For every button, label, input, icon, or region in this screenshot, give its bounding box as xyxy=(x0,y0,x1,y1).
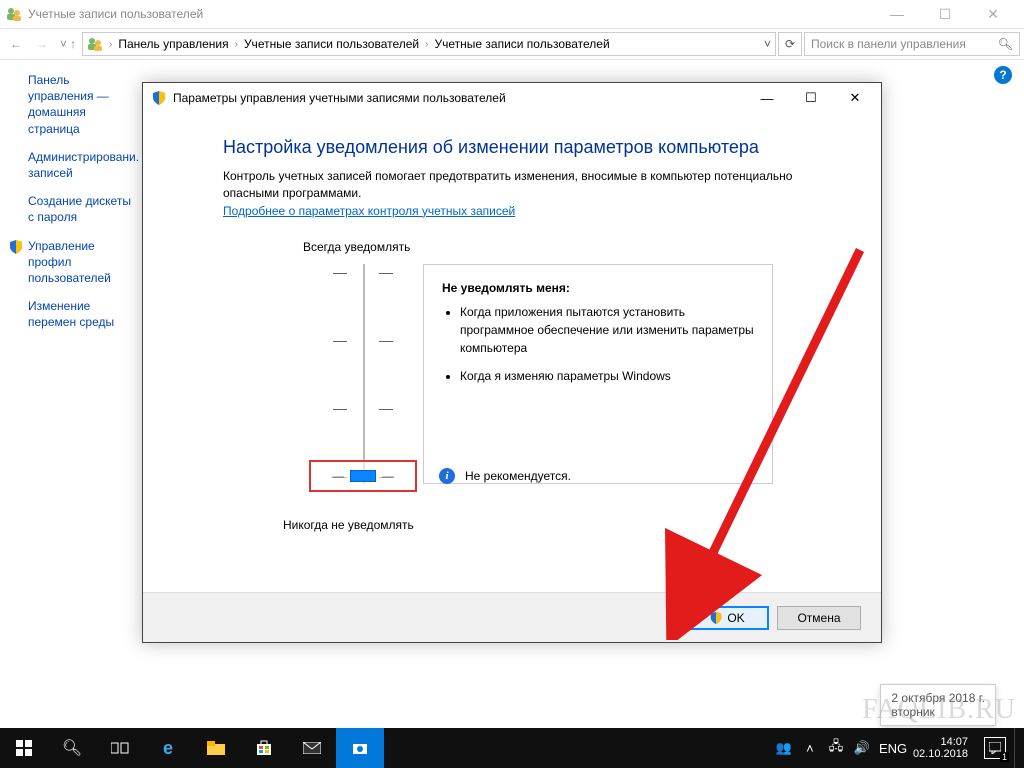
sidebar-link[interactable]: Управление профил пользователей xyxy=(28,238,136,287)
task-view-icon[interactable] xyxy=(96,728,144,768)
edge-icon[interactable]: e xyxy=(144,728,192,768)
chevron-right-icon[interactable]: › xyxy=(107,39,114,50)
taskbar-clock[interactable]: 14:07 02.10.2018 xyxy=(905,736,976,760)
info-bullet: Когда приложения пытаются установить про… xyxy=(460,303,754,357)
shield-icon xyxy=(151,90,167,106)
sidebar-link[interactable]: Панель управления — домашняя страница xyxy=(28,72,136,137)
breadcrumb-item[interactable]: Панель управления xyxy=(118,37,228,51)
refresh-button[interactable]: ⟳ xyxy=(778,32,802,56)
minimize-button[interactable]: — xyxy=(882,4,912,24)
taskbar: 🔍︎ e 👥 ˄ 🖧 🔊 ENG 14:07 02.10.2018 xyxy=(0,728,1024,768)
info-bullet: Когда я изменяю параметры Windows xyxy=(460,367,754,385)
sidebar-link[interactable]: Администрировани. записей xyxy=(28,149,136,181)
info-note: i Не рекомендуется. xyxy=(439,468,571,484)
settings-icon[interactable] xyxy=(336,728,384,768)
info-panel-title: Не уведомлять меня: xyxy=(442,279,754,297)
search-icon: 🔍︎ xyxy=(998,37,1013,51)
mail-icon[interactable] xyxy=(288,728,336,768)
sidebar-link[interactable]: Изменение перемен среды xyxy=(28,298,136,330)
breadcrumb-item[interactable]: Учетные записи пользователей xyxy=(244,37,419,51)
notifications-icon[interactable] xyxy=(984,737,1006,759)
uac-heading: Настройка уведомления об изменении парам… xyxy=(223,137,801,158)
slider-bottom-label: Никогда не уведомлять xyxy=(283,518,414,532)
maximize-button[interactable]: ☐ xyxy=(930,4,960,24)
sidebar-link[interactable]: Создание дискеты с пароля xyxy=(28,193,136,225)
uac-title-text: Параметры управления учетными записями п… xyxy=(173,91,745,105)
close-button[interactable]: ✕ xyxy=(978,4,1008,24)
network-icon[interactable]: 🖧 xyxy=(827,737,845,759)
shield-icon xyxy=(8,239,24,259)
uac-close-button[interactable]: ✕ xyxy=(833,83,877,113)
start-button[interactable] xyxy=(0,728,48,768)
uac-learn-more-link[interactable]: Подробнее о параметрах контроля учетных … xyxy=(223,204,801,218)
slider-thumb-highlight: — — xyxy=(309,460,417,492)
show-desktop-button[interactable] xyxy=(1014,728,1020,768)
date-tooltip: 2 октября 2018 г. вторник xyxy=(880,684,996,726)
titlebar: Учетные записи пользователей — ☐ ✕ xyxy=(0,0,1024,28)
people-icon xyxy=(87,36,103,52)
window-controls: — ☐ ✕ xyxy=(882,4,1018,24)
info-panel: Не уведомлять меня: Когда приложения пыт… xyxy=(423,264,773,484)
uac-titlebar: Параметры управления учетными записями п… xyxy=(143,83,881,113)
back-button[interactable]: ← xyxy=(4,32,28,56)
window-title: Учетные записи пользователей xyxy=(28,7,882,21)
sidebar: Панель управления — домашняя страница Ад… xyxy=(0,60,140,740)
forward-button[interactable]: → xyxy=(30,32,54,56)
uac-description: Контроль учетных записей помогает предот… xyxy=(223,168,801,202)
store-icon[interactable] xyxy=(240,728,288,768)
slider-area: Всегда уведомлять —— —— —— —— — — Никогд… xyxy=(223,240,801,550)
info-icon: i xyxy=(439,468,455,484)
explorer-icon[interactable] xyxy=(192,728,240,768)
uac-minimize-button[interactable]: — xyxy=(745,83,789,113)
uac-body: Настройка уведомления об изменении парам… xyxy=(143,113,881,562)
slider-top-label: Всегда уведомлять xyxy=(303,240,410,254)
chevron-right-icon[interactable]: › xyxy=(423,39,430,50)
uac-dialog: Параметры управления учетными записями п… xyxy=(142,82,882,643)
volume-icon[interactable]: 🔊 xyxy=(853,740,871,756)
slider-thumb[interactable] xyxy=(350,470,376,482)
chevron-right-icon[interactable]: › xyxy=(233,39,240,50)
people-icon[interactable]: 👥 xyxy=(775,740,793,756)
uac-footer: OK Отмена xyxy=(143,592,881,642)
people-icon xyxy=(6,6,22,22)
tray-chevron-icon[interactable]: ˄ xyxy=(801,741,819,756)
search-input[interactable]: Поиск в панели управления 🔍︎ xyxy=(804,32,1020,56)
up-button[interactable]: ˅ ↑ xyxy=(56,32,80,56)
address-dropdown[interactable]: ˅ xyxy=(764,37,771,51)
breadcrumb-item[interactable]: Учетные записи пользователей xyxy=(434,37,609,51)
nav-toolbar: ← → ˅ ↑ › Панель управления › Учетные за… xyxy=(0,28,1024,60)
ok-button[interactable]: OK xyxy=(685,606,769,630)
address-bar[interactable]: › Панель управления › Учетные записи пол… xyxy=(82,32,776,56)
search-placeholder: Поиск в панели управления xyxy=(811,37,998,51)
search-icon[interactable]: 🔍︎ xyxy=(48,728,96,768)
uac-maximize-button[interactable]: ☐ xyxy=(789,83,833,113)
cancel-button[interactable]: Отмена xyxy=(777,606,861,630)
language-indicator[interactable]: ENG xyxy=(879,741,897,756)
